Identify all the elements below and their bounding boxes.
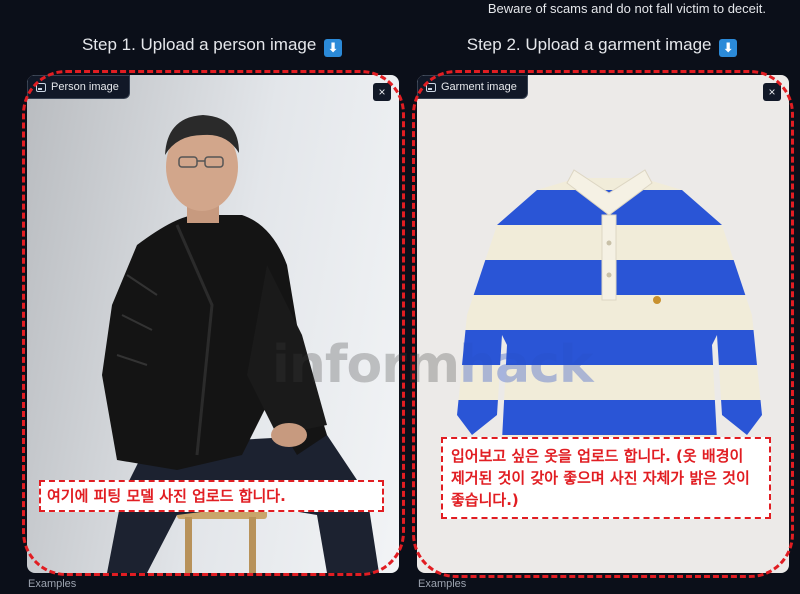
step1-title: Step 1. Upload a person image ⬇ [22,30,402,60]
down-arrow-icon: ⬇ [324,39,343,57]
garment-examples-label: Examples [418,578,467,590]
person-image-clear-button[interactable]: × [373,83,391,101]
step2-title-text: Step 2. Upload a garment image [466,35,712,54]
garment-image-label-text: Garment image [441,81,517,93]
scam-notice: Beware of scams and do not fall victim t… [487,1,766,16]
watermark-part1: inform [272,335,460,395]
down-arrow-icon: ⬇ [719,39,738,57]
garment-image-label: Garment image [417,75,528,99]
person-image-dropzone[interactable]: Person image × 여기에 피팅 모델 사진 업로드 합니다. [27,75,399,573]
garment-image-dropzone[interactable]: Garment image × 입어보고 싶은 옷을 업로드 합니다. (옷 배… [417,75,789,573]
person-annotation-note: 여기에 피팅 모델 사진 업로드 합니다. [39,480,384,512]
person-examples-label: Examples [28,578,77,590]
garment-image-clear-button[interactable]: × [763,83,781,101]
watermark: informhack [272,335,594,395]
person-upload-column: Step 1. Upload a person image ⬇ Person i… [22,30,405,576]
image-icon [36,82,46,92]
watermark-part2: hack [459,335,594,395]
step2-title: Step 2. Upload a garment image ⬇ [412,30,792,60]
person-image-label-text: Person image [51,81,119,93]
step1-title-text: Step 1. Upload a person image [81,35,317,54]
garment-annotation-note: 입어보고 싶은 옷을 업로드 합니다. (옷 배경이 제거된 것이 갖아 좋으며… [441,437,771,519]
image-icon [426,82,436,92]
garment-upload-column: Step 2. Upload a garment image ⬇ Garment… [412,30,794,578]
person-image-label: Person image [27,75,130,99]
